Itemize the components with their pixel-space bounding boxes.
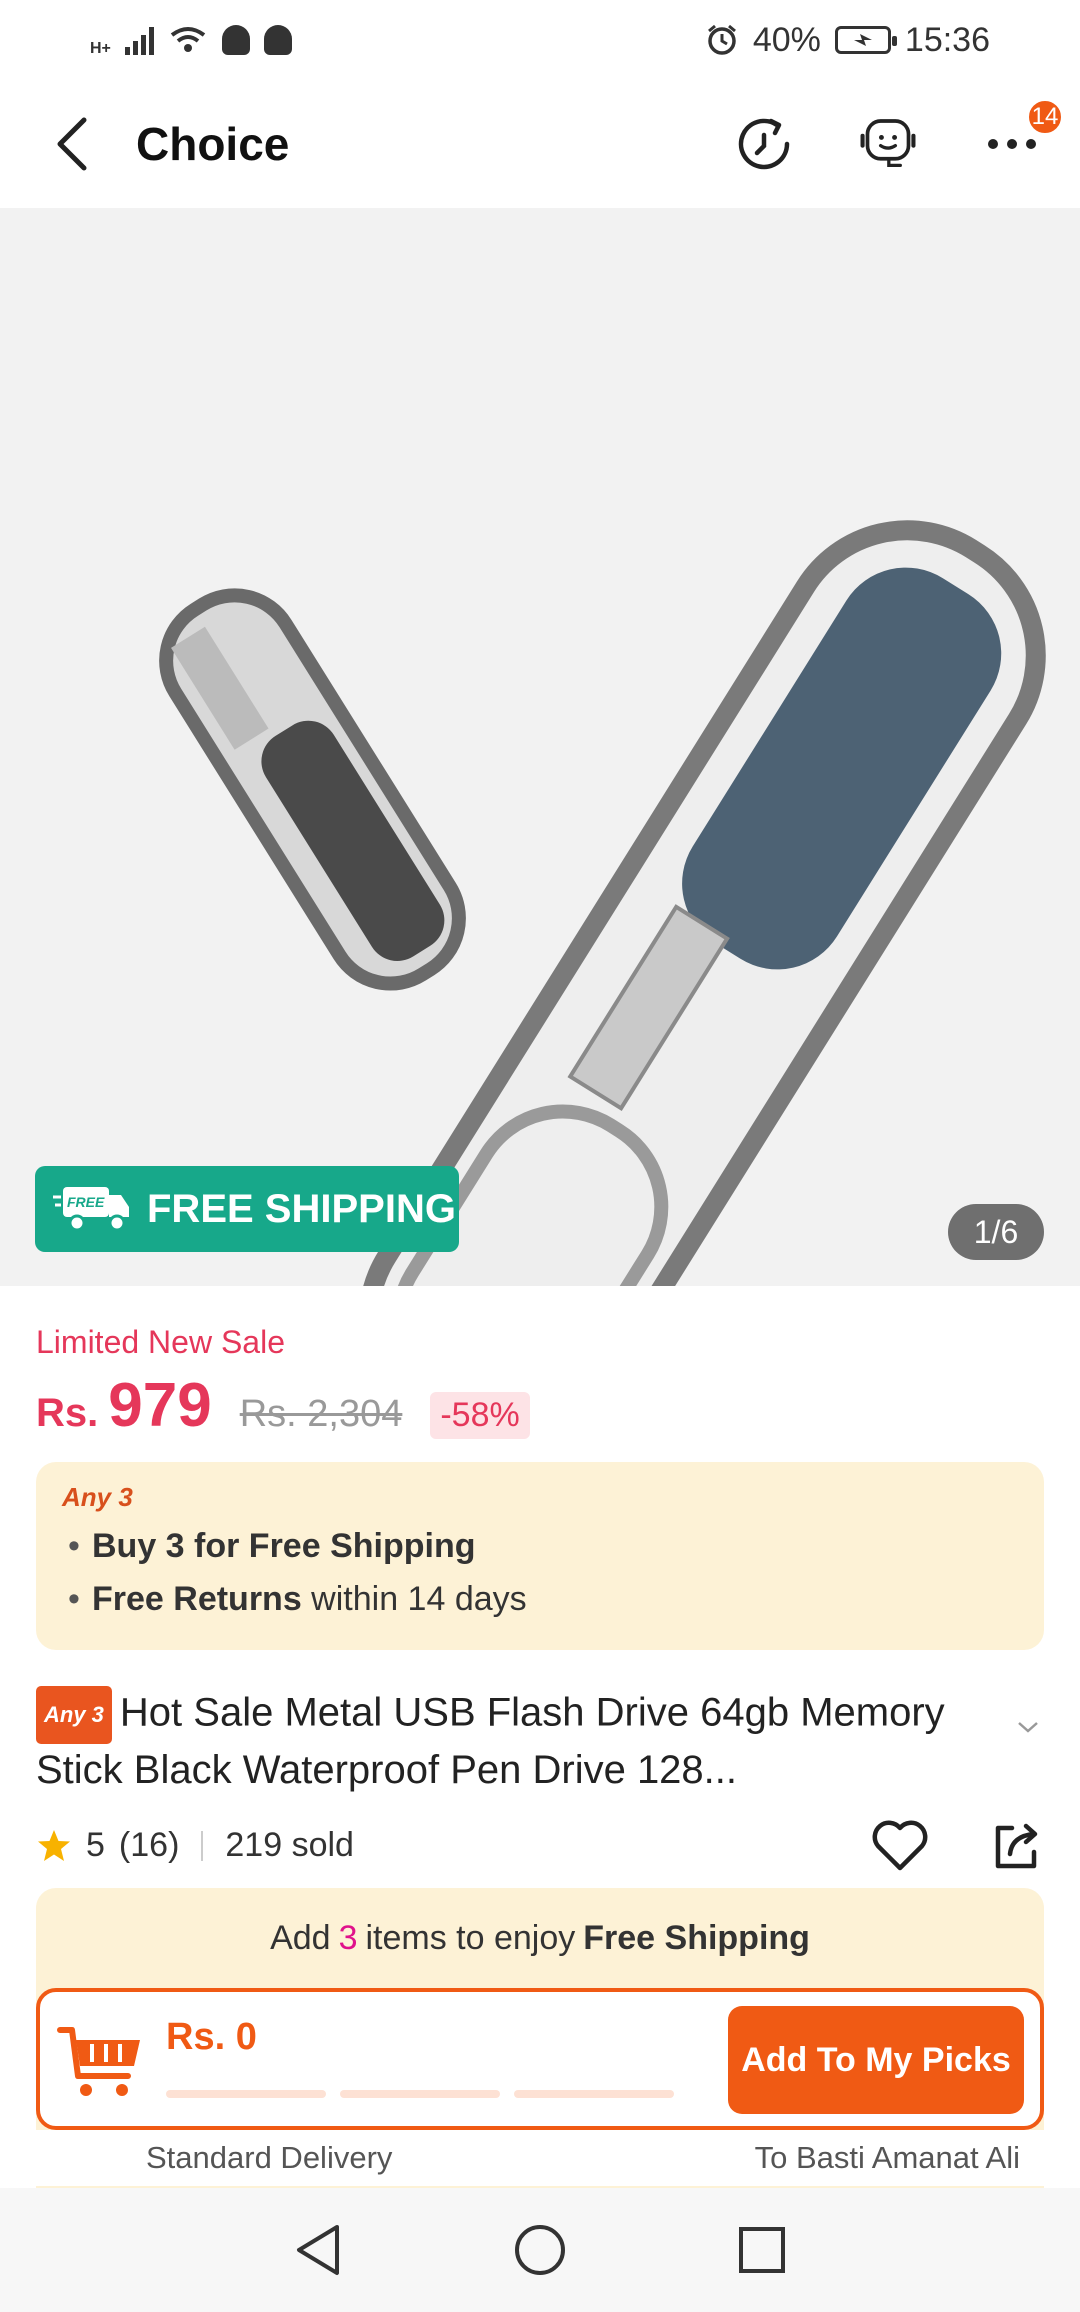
ship-msg-middle: items to enjoy [365,1918,576,1957]
current-price: 979 [108,1371,212,1440]
rating-count: (16) [118,1826,180,1864]
alarm-icon [707,24,736,55]
battery-percent: 40% [752,20,821,59]
usb-drive-image [159,520,1046,1286]
rating-divider [201,1830,204,1861]
free-shipping-message: Add 3 items to enjoy Free Shipping [36,1888,1044,1988]
progress-segment-2 [340,2090,500,2098]
free-shipping-progress [166,2090,674,2098]
promo-line-shipping-text: Buy 3 for Free Shipping [92,1527,476,1565]
original-price: Rs. 2,304 [239,1393,403,1435]
promo-tag: Any 3 [62,1482,133,1512]
delivery-row[interactable]: Standard Delivery To Basti Amanat Ali [0,2130,1080,2186]
sold-count: 219 sold [225,1826,354,1864]
delivery-destination: To Basti Amanat Ali [754,2140,1020,2175]
promo-returns-bold: Free Returns [92,1580,302,1618]
progress-segment-3 [514,2090,674,2098]
nav-recents-icon[interactable] [737,2225,787,2275]
add-to-picks-button[interactable]: Add To My Picks [728,2006,1024,2114]
free-shipping-banner: FREE FREE SHIPPING [35,1166,459,1252]
ship-msg-count: 3 [338,1918,358,1957]
app-header: Choice 14 [0,80,1080,208]
cart-total: Rs. 0 [166,2016,257,2058]
cart-icon[interactable] [56,2014,146,2104]
header-actions: 14 [732,98,1064,176]
snapchat-icon [221,25,250,55]
promo-line-shipping: Buy 3 for Free Shipping [62,1527,1018,1566]
back-button[interactable] [36,109,106,179]
promo-line-returns: Free Returns within 14 days [62,1580,1018,1619]
history-icon [738,118,790,170]
heart-icon[interactable] [870,1818,930,1874]
truck-icon: FREE [53,1187,129,1232]
system-nav-bar [0,2188,1080,2312]
sale-label: Limited New Sale [36,1324,285,1360]
chevron-left-icon [57,117,87,171]
currency-label: Rs. [36,1391,99,1435]
expand-chevron-icon[interactable] [1016,1720,1040,1734]
delivery-method: Standard Delivery [146,2140,393,2175]
notification-badge: 14 [1026,98,1064,136]
support-agent-icon [860,119,916,167]
ship-msg-prefix: Add [270,1918,331,1957]
truck-free-text: FREE [67,1194,105,1210]
more-dots-icon [988,139,1036,149]
status-bar: H+ 40% 15:36 [0,0,1080,80]
price-row: Rs. 979 Rs. 2,304 -58% [36,1370,530,1441]
customer-service-button[interactable] [856,112,920,176]
ship-msg-bold: Free Shipping [583,1918,810,1957]
rating-score: 5 [86,1826,105,1864]
nav-back-icon[interactable] [293,2223,343,2277]
picks-cart-panel: Rs. 0 Add To My Picks [36,1988,1044,2130]
more-button[interactable]: 14 [980,98,1064,176]
network-type: H+ [90,40,111,57]
product-title-text: Hot Sale Metal USB Flash Drive 64gb Memo… [36,1690,945,1792]
signal-icon [124,25,154,55]
promo-returns-rest: within 14 days [301,1580,527,1618]
rating-row[interactable]: 5 (16) 219 sold [36,1826,354,1865]
product-title[interactable]: Any 3 Hot Sale Metal USB Flash Drive 64gb… [36,1686,1016,1796]
history-button[interactable] [732,112,796,176]
product-image-gallery[interactable]: FREE FREE SHIPPING 1/6 [0,208,1080,1286]
share-icon[interactable] [988,1818,1044,1874]
status-left: H+ [90,22,292,58]
gallery-page-indicator: 1/6 [948,1204,1044,1260]
status-right: 40% 15:36 [705,21,990,60]
battery-icon [834,26,897,54]
nav-home-icon[interactable] [513,2223,567,2277]
clock: 15:36 [904,20,990,59]
wifi-icon [170,27,206,52]
discount-badge: -58% [430,1392,530,1439]
page-title: Choice [136,118,290,170]
snapchat-icon-2 [263,25,292,55]
free-shipping-label: FREE SHIPPING [147,1186,456,1231]
promo-box[interactable]: Any 3 Buy 3 for Free Shipping Free Retur… [36,1462,1044,1650]
any3-badge: Any 3 [36,1686,112,1744]
star-icon [38,1829,70,1861]
progress-segment-1 [166,2090,326,2098]
